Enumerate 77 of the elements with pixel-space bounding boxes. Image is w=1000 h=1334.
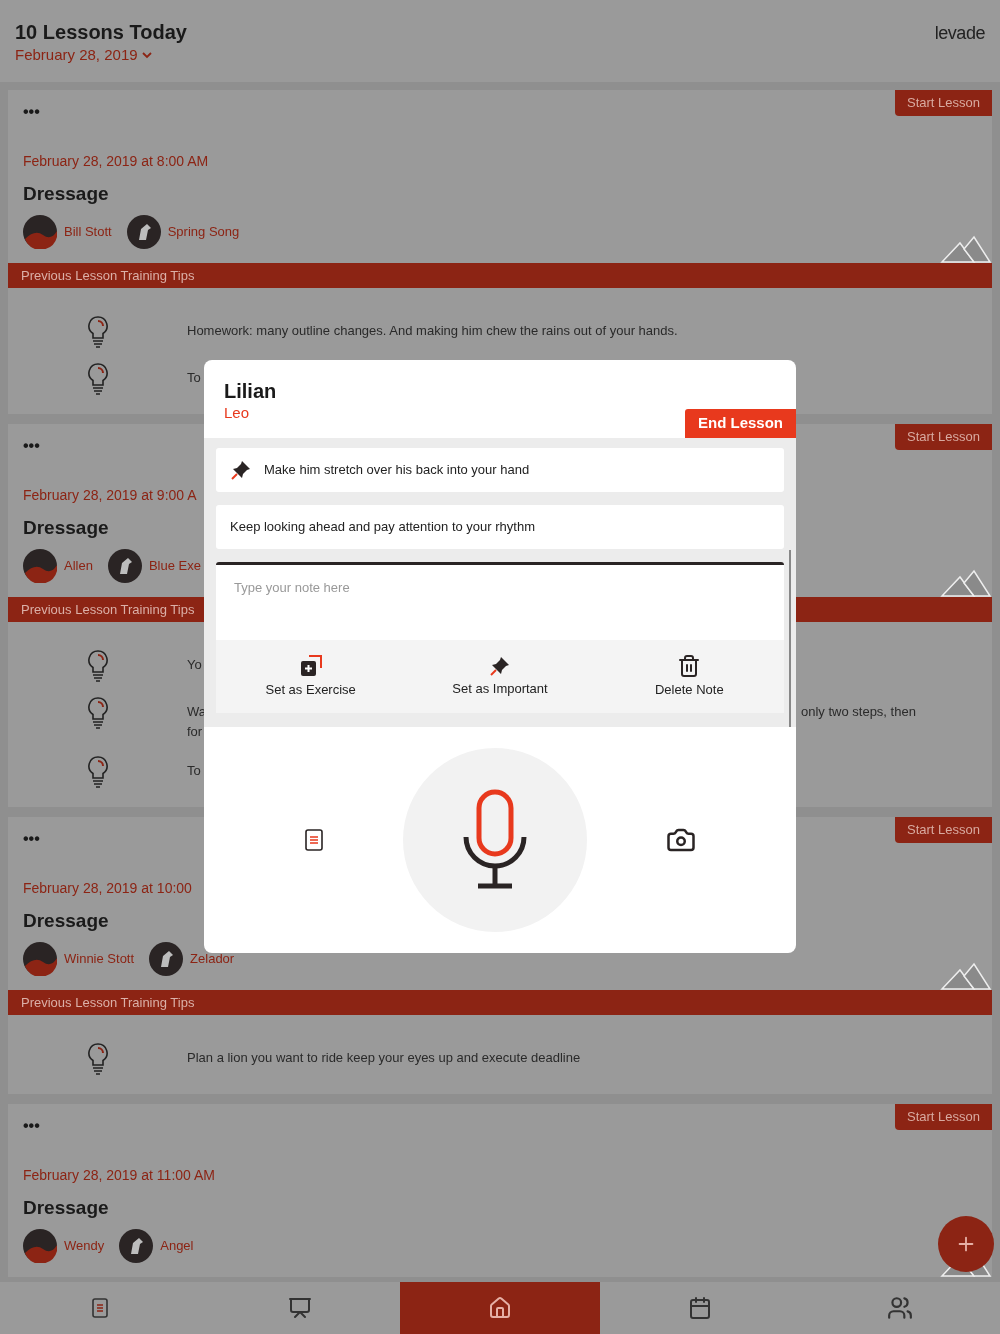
date-picker[interactable]: February 28, 2019 [15,44,152,67]
rider-avatar [23,941,57,976]
microphone-icon [462,789,528,891]
tip-text: Plan a lion you want to ride keep your eyes up and execute deadline [187,1049,581,1067]
horse-avatar [107,548,142,583]
notebook-icon [91,1297,109,1319]
rider-name: Bill Stott [64,222,112,241]
tip-text: To [187,369,201,387]
note-input[interactable]: Type your note here [216,562,784,640]
rider-avatar [23,1228,57,1263]
rider-name: Wendy [64,1236,105,1255]
mountains-icon [940,235,992,263]
lightbulb-icon [86,649,109,683]
rider-name: Winnie Stott [64,949,135,968]
horse-avatar [126,214,161,249]
note-action-button[interactable]: Set as Exercise [216,653,406,700]
horse-name: Angel [160,1236,194,1255]
lesson-discipline: Dressage [23,182,109,206]
note-text: Keep looking ahead and pay attention to your rhythm [230,518,535,537]
horse-name: Zelador [190,949,235,968]
tip-text: Yo [187,656,202,674]
more-menu[interactable]: ••• [23,104,47,128]
note-action-button[interactable]: Set as Important [405,654,595,699]
rider-name: Allen [64,556,93,575]
start-lesson-button[interactable]: Start Lesson [895,424,992,450]
more-menu[interactable]: ••• [23,831,47,855]
lesson-discipline: Dressage [23,909,109,933]
lightbulb-icon [86,696,109,730]
pin-icon [489,654,511,677]
rider-avatar [23,214,57,249]
trash-icon [677,653,702,678]
presentation-icon [288,1296,312,1320]
start-lesson-button[interactable]: Start Lesson [895,90,992,116]
home-icon [488,1296,512,1320]
pin-icon [230,459,252,481]
tip-text: To [187,762,201,780]
tips-header: Previous Lesson Training Tips [8,263,992,288]
add-exercise-icon [298,653,323,678]
rider-avatar [23,548,57,583]
start-lesson-button[interactable]: Start Lesson [895,817,992,843]
mountains-icon [940,569,992,597]
tips-header: Previous Lesson Training Tips [8,990,992,1015]
page-title: 10 Lessons Today [15,20,187,44]
horse-avatar [149,941,184,976]
horse-avatar [119,1228,154,1263]
nav-tab[interactable] [400,1282,600,1334]
lesson-datetime: February 28, 2019 at 9:00 A [23,486,197,505]
app-logo: levade [934,22,985,45]
horse-name: Spring Song [167,222,240,241]
lightbulb-icon [86,755,109,789]
lesson-datetime: February 28, 2019 at 11:00 AM [23,1166,215,1185]
note-text: Make him stretch over his back into your hand [264,461,530,480]
lesson-discipline: Dressage [23,516,109,540]
more-menu[interactable]: ••• [23,1118,47,1142]
tip-text: for [187,723,203,741]
notebook-icon[interactable] [303,828,324,852]
people-icon [887,1295,913,1321]
note-action-button[interactable]: Delete Note [594,653,784,700]
lesson-datetime: February 28, 2019 at 8:00 AM [23,152,209,171]
lesson-discipline: Dressage [23,1196,109,1220]
note-item[interactable]: Make him stretch over his back into your hand [216,448,784,492]
chevron-down-icon [141,51,152,59]
mountains-icon [940,962,992,990]
rider-name: Lilian [224,380,277,402]
horse-name: Blue Exe [148,556,201,575]
start-lesson-button[interactable]: Start Lesson [895,1104,992,1130]
horse-name: Leo [224,403,251,423]
note-item[interactable]: Keep looking ahead and pay attention to your rhythm [216,505,784,549]
calendar-icon [688,1296,712,1320]
lesson-datetime: February 28, 2019 at 10:00 [23,879,192,898]
lightbulb-icon [86,1042,109,1076]
more-menu[interactable]: ••• [23,438,47,462]
lightbulb-icon [86,315,109,349]
end-lesson-button[interactable]: End Lesson [685,409,796,438]
tip-text: only two steps, then [800,703,916,721]
tip-text: Homework: many outline changes. And making him chew the rains out of your hands. [187,322,678,340]
lightbulb-icon [86,362,109,396]
